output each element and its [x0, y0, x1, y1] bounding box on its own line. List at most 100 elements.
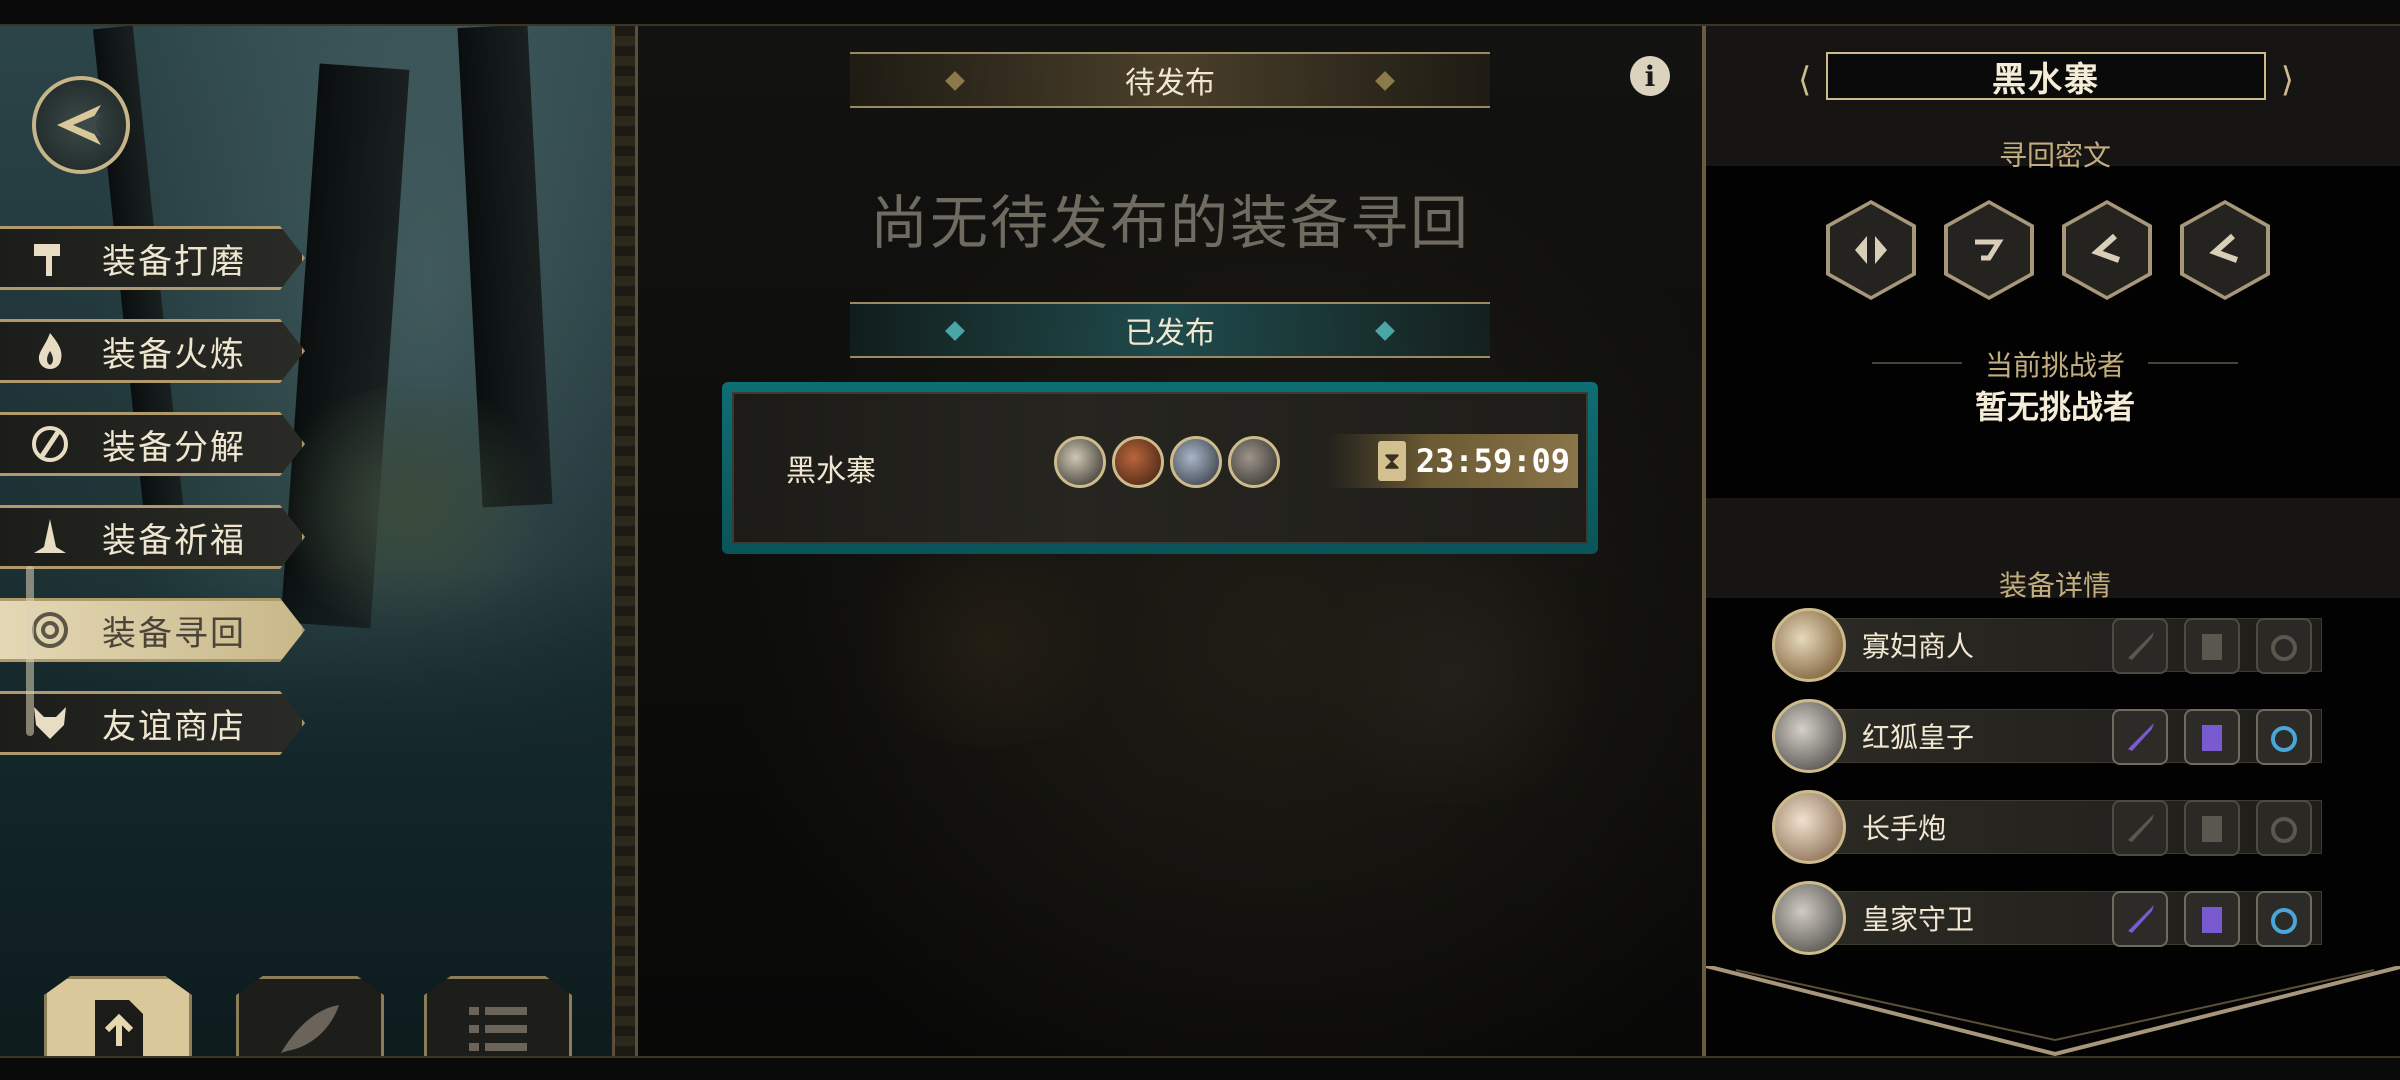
location-title: ⟨ 黑水寨 ⟩: [1798, 52, 2294, 100]
hourglass-icon: ⧗: [1377, 441, 1406, 481]
rune-2-icon: [1975, 239, 2004, 261]
top-frame: [0, 0, 2400, 26]
sword-icon: [2128, 632, 2154, 660]
ring-icon: [2271, 817, 2297, 843]
avatar: [1054, 436, 1106, 488]
rune-slot[interactable]: [1944, 200, 2034, 300]
menu-item-disassemble[interactable]: 装备分解: [0, 412, 305, 476]
diamond-icon: [1375, 71, 1395, 91]
quest-name: 黑水寨: [786, 454, 876, 489]
menu-item-label: 装备分解: [102, 427, 246, 468]
equip-row[interactable]: 皇家守卫: [1772, 881, 2324, 955]
avatar: [1772, 881, 1846, 955]
info-button[interactable]: i: [1630, 56, 1670, 96]
equip-name: 皇家守卫: [1862, 903, 1975, 936]
rune-3-icon: [2091, 233, 2121, 263]
bottom-tab-feather[interactable]: [236, 976, 384, 1056]
weapon-slot[interactable]: [2112, 709, 2168, 765]
armor-slot[interactable]: [2184, 709, 2240, 765]
menu-item-label: 装备火炼: [102, 334, 246, 375]
ring-icon: [2271, 908, 2297, 934]
armor-slot[interactable]: [2184, 891, 2240, 947]
ring-icon: [2271, 635, 2297, 661]
ring-slot[interactable]: [2256, 800, 2312, 856]
back-arrow-icon: [57, 105, 101, 145]
weapon-slot[interactable]: [2112, 800, 2168, 856]
bottom-tab-publish[interactable]: [44, 976, 192, 1056]
published-header-label: 已发布: [1125, 316, 1215, 351]
equip-row[interactable]: 长手炮: [1772, 790, 2324, 864]
chevron-right-icon: ⟩: [2280, 60, 2294, 100]
equip-name: 寡妇商人: [1862, 630, 1975, 663]
menu-item-shop[interactable]: 友谊商店: [0, 691, 305, 755]
menu-item-label: 装备打磨: [102, 241, 246, 282]
avatar: [1772, 699, 1846, 773]
menu-item-pray[interactable]: 装备祈福: [0, 505, 305, 569]
armor-icon: [2202, 634, 2222, 660]
armor-icon: [2202, 907, 2222, 933]
quest-card-body: 黑水寨 ⧗ 23:59:09: [732, 392, 1588, 544]
panel-bottom-frame: [1706, 966, 2400, 1056]
ring-slot[interactable]: [2256, 618, 2312, 674]
avatar: [1772, 790, 1846, 864]
armor-slot[interactable]: [2184, 618, 2240, 674]
published-header: 已发布: [850, 302, 1490, 358]
left-panel: 装备打磨 装备火炼 装备分解 装备祈福 装备寻回 友谊商店: [0, 26, 612, 1056]
weapon-slot[interactable]: [2112, 891, 2168, 947]
equip-row[interactable]: 寡妇商人: [1772, 608, 2324, 682]
rune-4-icon: [2209, 233, 2239, 263]
chevron-left-icon: ⟨: [1798, 60, 1812, 100]
bottom-frame: [0, 1056, 2400, 1080]
rune-1-icon: [1855, 236, 1887, 264]
menu-item-polish[interactable]: 装备打磨: [0, 226, 305, 290]
pray-icon: [24, 511, 76, 563]
pending-header-label: 待发布: [1125, 66, 1215, 101]
ring-slot[interactable]: [2256, 709, 2312, 765]
diamond-icon: [1375, 321, 1395, 341]
pending-header: 待发布: [850, 52, 1490, 108]
sword-icon: [2128, 723, 2154, 751]
ring-icon: [2271, 726, 2297, 752]
challenger-label: 当前挑战者: [1984, 349, 2125, 382]
ring-slot[interactable]: [2256, 891, 2312, 947]
rune-slot[interactable]: [2062, 200, 2152, 300]
timer-text: 23:59:09: [1415, 442, 1570, 480]
bottom-tab-list[interactable]: [424, 976, 572, 1056]
upload-file-icon: [95, 1000, 143, 1056]
avatar: [1170, 436, 1222, 488]
diamond-icon: [945, 71, 965, 91]
avatar: [1112, 436, 1164, 488]
timer: ⧗ 23:59:09: [1328, 434, 1578, 488]
menu-item-label: 友谊商店: [102, 706, 246, 747]
equip-label: 装备详情: [1998, 569, 2111, 602]
menu-item-label: 装备寻回: [102, 613, 246, 654]
pending-empty-text: 尚无待发布的装备寻回: [869, 189, 1470, 257]
menu-item-refine[interactable]: 装备火炼: [0, 319, 305, 383]
published-quest-card[interactable]: 黑水寨 ⧗ 23:59:09: [722, 382, 1598, 554]
quest-avatars: [1054, 436, 1280, 488]
rune-slot[interactable]: [1826, 200, 1916, 300]
ornate-divider: [612, 26, 638, 1056]
center-panel: 待发布 i 尚无待发布的装备寻回 已发布 黑水寨 ⧗ 23:59:09: [638, 26, 1702, 1056]
equip-row[interactable]: 红狐皇子: [1772, 699, 2324, 773]
feather-icon: [281, 1005, 339, 1053]
flame-icon: [24, 325, 76, 377]
weapon-slot[interactable]: [2112, 618, 2168, 674]
right-panel: ⟨ 黑水寨 ⟩ 寻回密文 当前挑战者 暂无挑战者 装备详情 寡妇商人 红狐皇子: [1702, 26, 2400, 1056]
location-title-text: 黑水寨: [1992, 59, 2100, 100]
equip-name: 长手炮: [1862, 812, 1947, 845]
sword-icon: [2128, 905, 2154, 933]
back-button[interactable]: [32, 76, 130, 174]
rune-slot[interactable]: [2180, 200, 2270, 300]
hammer-icon: [24, 232, 76, 284]
armor-slot[interactable]: [2184, 800, 2240, 856]
menu-item-retrieve[interactable]: 装备寻回: [0, 598, 305, 662]
list-icon: [469, 1007, 527, 1051]
secret-label: 寻回密文: [1998, 139, 2111, 172]
sword-icon: [2128, 814, 2154, 842]
menu-scrollbar[interactable]: [26, 566, 34, 736]
disassemble-icon: [24, 418, 76, 470]
menu-item-label: 装备祈福: [102, 520, 246, 561]
background-figure: [1298, 546, 1618, 806]
armor-icon: [2202, 816, 2222, 842]
